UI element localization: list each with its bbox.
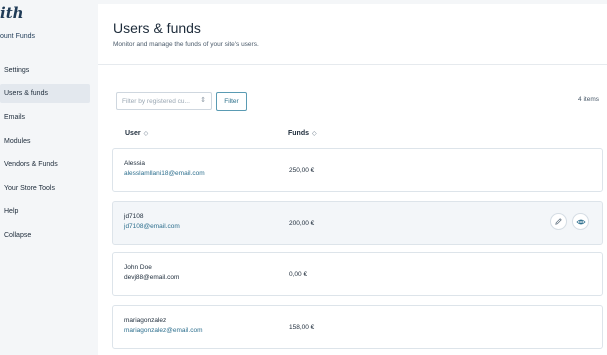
sidebar-item-label: Modules [4, 138, 31, 145]
main-panel: Users & funds Monitor and manage the fun… [98, 4, 607, 355]
sidebar-item-users-funds[interactable]: Users & funds [0, 84, 90, 103]
items-count: 4 items [578, 96, 599, 103]
sidebar-item-help[interactable]: Help [0, 202, 90, 221]
page-description: Monitor and manage the funds of your sit… [113, 41, 259, 48]
sidebar-item-label: Vendors & Funds [4, 161, 58, 168]
user-funds: 200,00 € [289, 220, 315, 227]
table-row[interactable]: jd7108 jd7108@email.com 200,00 € [112, 201, 603, 245]
brand-name: ount Funds [0, 33, 36, 40]
user-name: John Doe [124, 264, 152, 271]
sidebar-item-settings[interactable]: Settings [0, 61, 90, 80]
user-funds: 158,00 € [289, 324, 315, 331]
sidebar-item-label: Help [4, 208, 19, 215]
user-email[interactable]: jd7108@email.com [124, 223, 180, 230]
customer-filter-select[interactable]: Filter by registered cu... ⇕ [116, 92, 212, 110]
user-email[interactable]: mariagonzalez@email.com [124, 327, 203, 334]
user-email[interactable]: alesslamllani18@email.com [124, 170, 205, 177]
table-row[interactable]: Alessia alesslamllani18@email.com 250,00… [112, 148, 603, 192]
sidebar-item-emails[interactable]: Emails [0, 108, 90, 127]
user-email[interactable]: devj88@email.com [124, 274, 179, 281]
user-funds: 0,00 € [289, 271, 308, 278]
divider [98, 64, 607, 65]
sidebar-item-label: Settings [4, 67, 30, 74]
view-button[interactable] [572, 213, 589, 230]
eye-icon [575, 219, 586, 224]
user-name: jd7108 [124, 213, 144, 220]
user-name: mariagonzalez [124, 317, 167, 324]
sort-icon: ◇ [312, 131, 317, 137]
sidebar-item-label: Users & funds [4, 90, 48, 97]
column-label: Funds [288, 130, 309, 137]
sidebar-item-modules[interactable]: Modules [0, 132, 90, 151]
sidebar-item-store-tools[interactable]: Your Store Tools [0, 179, 90, 198]
column-header-user[interactable]: User ◇ [125, 130, 148, 137]
sidebar: ith ount Funds Settings Users & funds Em… [0, 0, 98, 355]
user-name: Alessia [124, 160, 145, 167]
select-arrows-icon: ⇕ [200, 97, 206, 104]
sidebar-item-label: Collapse [4, 232, 32, 239]
pencil-icon [555, 218, 562, 225]
page-title: Users & funds [113, 20, 201, 36]
table-row[interactable]: John Doe devj88@email.com 0,00 € [112, 252, 603, 296]
sidebar-item-collapse[interactable]: Collapse [0, 226, 90, 245]
filter-button[interactable]: Filter [216, 92, 247, 111]
sidebar-item-label: Your Store Tools [4, 185, 55, 192]
column-header-funds[interactable]: Funds ◇ [288, 130, 317, 137]
logo: ith [0, 4, 24, 22]
sidebar-item-vendors-funds[interactable]: Vendors & Funds [0, 155, 90, 174]
edit-button[interactable] [550, 213, 567, 230]
table-row[interactable]: mariagonzalez mariagonzalez@email.com 15… [112, 305, 603, 349]
column-label: User [125, 130, 141, 137]
sidebar-item-label: Emails [4, 114, 26, 121]
sort-icon: ◇ [143, 131, 149, 137]
user-funds: 250,00 € [289, 167, 315, 174]
filter-placeholder: Filter by registered cu... [122, 97, 190, 105]
